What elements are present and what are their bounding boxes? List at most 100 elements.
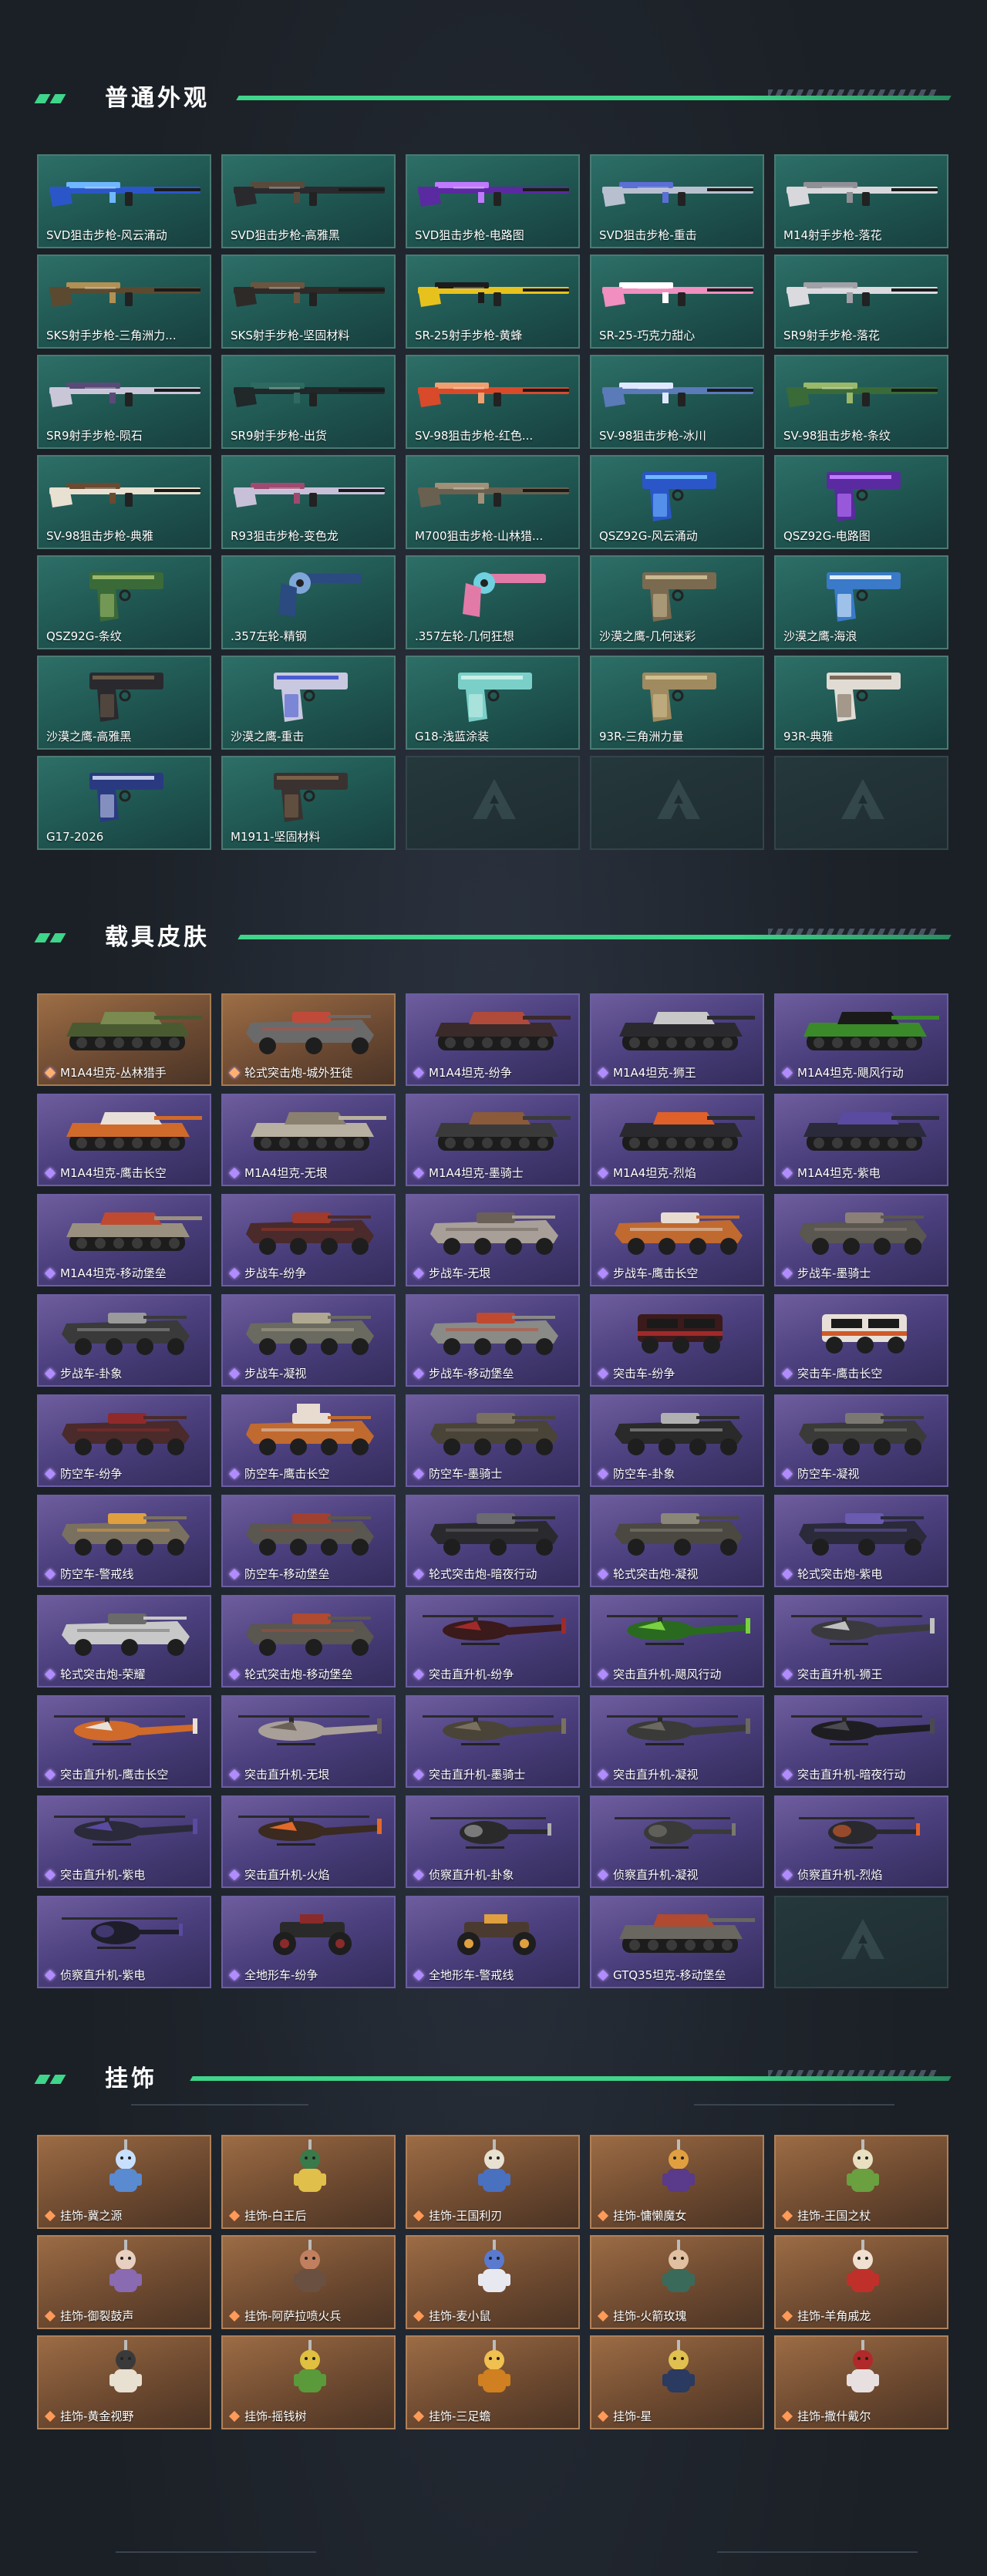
vehicle-card[interactable]: M1A4坦克-狮王	[590, 993, 764, 1086]
vehicle-card[interactable]: 突击直升机-纷争	[406, 1595, 580, 1688]
weapon-card[interactable]: SVD狙击步枪-高雅黑	[221, 154, 396, 248]
weapon-card[interactable]: M700狙击步枪-山林猎...	[406, 455, 580, 549]
charm-card[interactable]: 挂饰-麦小鼠	[406, 2235, 580, 2329]
vehicle-card[interactable]: 轮式突击炮-凝视	[590, 1495, 764, 1587]
weapon-card[interactable]: 沙漠之鹰-高雅黑	[37, 656, 211, 750]
vehicle-card[interactable]: 步战车-鹰击长空	[590, 1194, 764, 1286]
vehicle-card[interactable]: 步战车-卦象	[37, 1294, 211, 1387]
weapon-card[interactable]: M1911-坚固材料	[221, 756, 396, 850]
vehicle-card[interactable]: 侦察直升机-凝视	[590, 1795, 764, 1888]
charm-card[interactable]: 挂饰-黄金视野	[37, 2335, 211, 2429]
weapon-card[interactable]: SR-25射手步枪-黄蜂	[406, 255, 580, 349]
weapon-card[interactable]: 沙漠之鹰-几何迷彩	[590, 555, 764, 649]
vehicle-card[interactable]: 侦察直升机-紫电	[37, 1896, 211, 1988]
vehicle-card[interactable]: 突击直升机-火焰	[221, 1795, 396, 1888]
weapon-card[interactable]: QSZ92G-风云涌动	[590, 455, 764, 549]
weapon-card[interactable]: SR9射手步枪-落花	[774, 255, 948, 349]
charm-card[interactable]: 挂饰-撒什戴尔	[774, 2335, 948, 2429]
weapon-preview-image	[418, 383, 569, 407]
charm-card[interactable]: 挂饰-王国利刃	[406, 2135, 580, 2229]
vehicle-card[interactable]: M1A4坦克-烈焰	[590, 1094, 764, 1186]
vehicle-card[interactable]: M1A4坦克-飓风行动	[774, 993, 948, 1086]
vehicle-card[interactable]: 突击直升机-墨骑士	[406, 1695, 580, 1788]
weapon-card[interactable]: 93R-三角洲力量	[590, 656, 764, 750]
vehicle-card[interactable]: 防空车-纷争	[37, 1394, 211, 1487]
vehicle-card[interactable]: 轮式突击炮-城外狂徒	[221, 993, 396, 1086]
vehicle-card[interactable]: 防空车-凝视	[774, 1394, 948, 1487]
weapon-card[interactable]: SR9射手步枪-陨石	[37, 355, 211, 449]
weapon-card[interactable]: SR-25-巧克力甜心	[590, 255, 764, 349]
charm-card[interactable]: 挂饰-冀之源	[37, 2135, 211, 2229]
vehicle-card[interactable]: M1A4坦克-移动堡垒	[37, 1194, 211, 1286]
weapon-card[interactable]: SR9射手步枪-出货	[221, 355, 396, 449]
vehicle-card[interactable]: 防空车-墨骑士	[406, 1394, 580, 1487]
vehicle-card[interactable]: M1A4坦克-墨骑士	[406, 1094, 580, 1186]
charm-card[interactable]: 挂饰-火箭玫瑰	[590, 2235, 764, 2329]
vehicle-card[interactable]: 步战车-无垠	[406, 1194, 580, 1286]
vehicle-card[interactable]: 步战车-纷争	[221, 1194, 396, 1286]
vehicle-card[interactable]: 轮式突击炮-移动堡垒	[221, 1595, 396, 1688]
vehicle-card[interactable]: M1A4坦克-纷争	[406, 993, 580, 1086]
weapon-card[interactable]: .357左轮-几何狂想	[406, 555, 580, 649]
vehicle-card[interactable]: 突击车-鹰击长空	[774, 1294, 948, 1387]
vehicle-card[interactable]: 突击直升机-紫电	[37, 1795, 211, 1888]
vehicle-card[interactable]: 步战车-墨骑士	[774, 1194, 948, 1286]
vehicle-card[interactable]: 轮式突击炮-荣耀	[37, 1595, 211, 1688]
vehicle-card[interactable]: 侦察直升机-烈焰	[774, 1795, 948, 1888]
vehicle-card[interactable]: 突击直升机-飓风行动	[590, 1595, 764, 1688]
vehicle-card[interactable]: 全地形车-纷争	[221, 1896, 396, 1988]
weapon-card[interactable]: SV-98狙击步枪-冰川	[590, 355, 764, 449]
weapon-card[interactable]: M14射手步枪-落花	[774, 154, 948, 248]
vehicle-card[interactable]: 防空车-移动堡垒	[221, 1495, 396, 1587]
vehicle-card[interactable]: 突击直升机-凝视	[590, 1695, 764, 1788]
weapon-card[interactable]: 沙漠之鹰-重击	[221, 656, 396, 750]
vehicle-card[interactable]: 防空车-鹰击长空	[221, 1394, 396, 1487]
vehicle-card[interactable]: M1A4坦克-鹰击长空	[37, 1094, 211, 1186]
charm-card[interactable]: 挂饰-星	[590, 2335, 764, 2429]
vehicle-card[interactable]: M1A4坦克-丛林猎手	[37, 993, 211, 1086]
vehicle-card[interactable]: M1A4坦克-无垠	[221, 1094, 396, 1186]
vehicle-card[interactable]: 步战车-移动堡垒	[406, 1294, 580, 1387]
weapon-card[interactable]: 93R-典雅	[774, 656, 948, 750]
weapon-card[interactable]: SKS射手步枪-坚固材料	[221, 255, 396, 349]
charm-card[interactable]: 挂饰-慵懒魔女	[590, 2135, 764, 2229]
weapon-card[interactable]: SKS射手步枪-三角洲力...	[37, 255, 211, 349]
vehicle-card[interactable]: 防空车-警戒线	[37, 1495, 211, 1587]
vehicle-card[interactable]: 突击直升机-暗夜行动	[774, 1695, 948, 1788]
vehicle-card[interactable]: 突击直升机-无垠	[221, 1695, 396, 1788]
charm-name: 挂饰-阿萨拉喷火兵	[244, 2309, 342, 2323]
weapon-card[interactable]: QSZ92G-电路图	[774, 455, 948, 549]
vehicle-card[interactable]: M1A4坦克-紫电	[774, 1094, 948, 1186]
vehicle-card[interactable]: 突击车-纷争	[590, 1294, 764, 1387]
charm-card[interactable]: 挂饰-王国之杖	[774, 2135, 948, 2229]
weapon-card[interactable]: .357左轮-精钢	[221, 555, 396, 649]
weapon-card[interactable]: SVD狙击步枪-电路图	[406, 154, 580, 248]
weapon-card[interactable]: G17-2026	[37, 756, 211, 850]
weapon-card[interactable]: QSZ92G-条纹	[37, 555, 211, 649]
weapon-card[interactable]: R93狙击步枪-变色龙	[221, 455, 396, 549]
vehicle-card[interactable]: GTQ35坦克-移动堡垒	[590, 1896, 764, 1988]
weapon-card[interactable]: SVD狙击步枪-风云涌动	[37, 154, 211, 248]
weapon-card[interactable]: SV-98狙击步枪-典雅	[37, 455, 211, 549]
charm-card[interactable]: 挂饰-羊角戚龙	[774, 2235, 948, 2329]
weapon-card[interactable]: SV-98狙击步枪-条纹	[774, 355, 948, 449]
vehicle-card[interactable]: 突击直升机-狮王	[774, 1595, 948, 1688]
charm-card[interactable]: 挂饰-白王后	[221, 2135, 396, 2229]
weapon-card[interactable]: 沙漠之鹰-海浪	[774, 555, 948, 649]
charm-card[interactable]: 挂饰-摇钱树	[221, 2335, 396, 2429]
vehicle-card[interactable]: 防空车-卦象	[590, 1394, 764, 1487]
rarity-diamond-icon	[413, 1969, 425, 1981]
weapon-card[interactable]: G18-浅蓝涂装	[406, 656, 580, 750]
vehicle-card[interactable]: 步战车-凝视	[221, 1294, 396, 1387]
weapon-card[interactable]: SV-98狙击步枪-红色...	[406, 355, 580, 449]
charm-card[interactable]: 挂饰-御裂鼓声	[37, 2235, 211, 2329]
vehicle-card[interactable]: 突击直升机-鹰击长空	[37, 1695, 211, 1788]
vehicle-card[interactable]: 轮式突击炮-暗夜行动	[406, 1495, 580, 1587]
charm-card[interactable]: 挂饰-阿萨拉喷火兵	[221, 2235, 396, 2329]
charm-card[interactable]: 挂饰-三足蟾	[406, 2335, 580, 2429]
vehicle-card[interactable]: 全地形车-警戒线	[406, 1896, 580, 1988]
vehicle-card[interactable]: 轮式突击炮-紫电	[774, 1495, 948, 1587]
vehicle-card[interactable]: 侦察直升机-卦象	[406, 1795, 580, 1888]
vehicle-name: M1A4坦克-紫电	[797, 1166, 881, 1180]
weapon-card[interactable]: SVD狙击步枪-重击	[590, 154, 764, 248]
